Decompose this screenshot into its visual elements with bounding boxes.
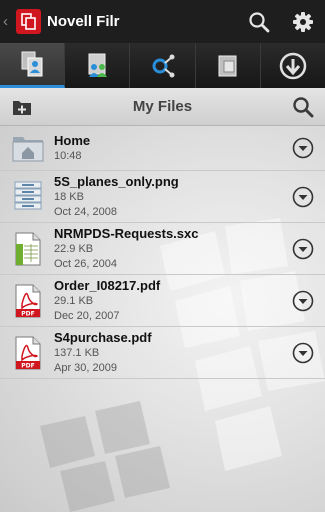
file-date: Oct 24, 2008: [54, 205, 117, 218]
page-title: My Files: [132, 98, 193, 115]
file-list: Home 10:48 5S_planes_only.png 18 KB Oct …: [0, 126, 325, 512]
new-folder-icon: [13, 100, 31, 115]
pdf-file-icon: PDF: [8, 333, 48, 373]
svg-text:PDF: PDF: [21, 362, 34, 369]
file-size: 137.1 KB: [54, 346, 100, 359]
file-size: 29.1 KB: [54, 294, 94, 307]
chevron-down-circle-icon: [292, 342, 314, 363]
file-name: NRMPDS-Requests.sxc: [54, 225, 199, 241]
item-menu-button[interactable]: [281, 331, 325, 375]
tab-shared-with-me[interactable]: [65, 43, 131, 88]
list-item[interactable]: PDF S4purchase.pdf 137.1 KB Apr 30, 2009: [0, 327, 325, 379]
file-size: 18 KB: [54, 190, 84, 203]
list-item[interactable]: PDF Order_I08217.pdf 29.1 KB Dec 20, 200…: [0, 275, 325, 327]
shared-by-me-icon: [152, 54, 174, 77]
folder-header: My Files: [0, 88, 325, 126]
my-files-icon: [21, 51, 43, 77]
chevron-down-circle-icon: [292, 137, 314, 159]
folder-home-icon: [8, 128, 48, 168]
chevron-down-circle-icon: [292, 186, 314, 207]
tab-my-files[interactable]: [0, 43, 66, 88]
item-menu-button[interactable]: [281, 175, 325, 219]
file-date: Dec 20, 2007: [54, 309, 120, 322]
file-name: S4purchase.pdf: [54, 329, 152, 345]
svg-text:PDF: PDF: [21, 310, 34, 317]
list-item[interactable]: Home 10:48: [0, 126, 325, 171]
search-icon: [249, 11, 270, 32]
net-folders-icon: [218, 55, 237, 76]
settings-button[interactable]: [281, 0, 325, 43]
item-menu-button[interactable]: [281, 227, 325, 271]
tab-net-folders[interactable]: [196, 43, 261, 88]
spreadsheet-file-icon: [8, 229, 48, 269]
tab-downloads[interactable]: [261, 43, 325, 88]
item-menu-button[interactable]: [281, 126, 325, 170]
shared-with-me-icon: [88, 53, 108, 77]
search-icon: [293, 96, 314, 117]
pdf-file-icon: PDF: [8, 281, 48, 321]
new-folder-button[interactable]: [0, 98, 44, 116]
list-item[interactable]: NRMPDS-Requests.sxc 22.9 KB Oct 26, 2004: [0, 223, 325, 275]
file-name: 5S_planes_only.png: [54, 173, 179, 189]
file-size: 22.9 KB: [54, 242, 94, 255]
back-chevron-icon[interactable]: ‹: [3, 13, 13, 30]
search-button[interactable]: [237, 0, 281, 43]
app-logo-icon[interactable]: [16, 9, 41, 34]
search-files-button[interactable]: [281, 96, 325, 118]
tab-shared-by-me[interactable]: [130, 43, 196, 88]
file-date: Apr 30, 2009: [54, 361, 117, 374]
chevron-down-circle-icon: [292, 238, 314, 259]
list-item[interactable]: 5S_planes_only.png 18 KB Oct 24, 2008: [0, 171, 325, 223]
file-name: Home: [54, 132, 91, 148]
app-title: Novell Filr: [47, 13, 120, 30]
download-icon: [279, 52, 307, 79]
file-date: 10:48: [54, 149, 82, 162]
navigation-toolbar: [0, 43, 325, 88]
item-menu-button[interactable]: [281, 279, 325, 323]
action-bar: ‹ Novell Filr: [0, 0, 325, 43]
file-date: Oct 26, 2004: [54, 257, 117, 270]
chevron-down-circle-icon: [292, 290, 314, 311]
gear-icon: [293, 11, 313, 32]
image-file-icon: [8, 177, 48, 217]
file-name: Order_I08217.pdf: [54, 277, 161, 293]
